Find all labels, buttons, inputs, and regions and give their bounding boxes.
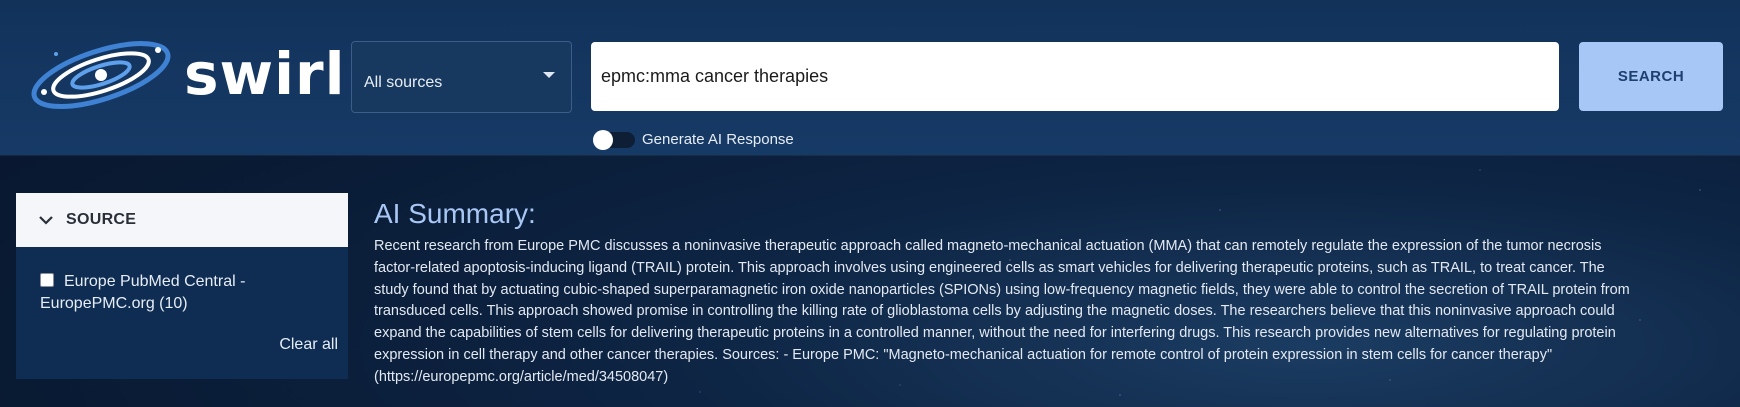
ai-summary-heading: AI Summary:: [374, 198, 536, 229]
header: swirl All sources SEARCH Generate AI Res…: [0, 0, 1740, 155]
ai-response-toggle[interactable]: [591, 128, 635, 150]
search-input[interactable]: [591, 42, 1559, 111]
facet-title: SOURCE: [66, 211, 137, 228]
clear-all-link[interactable]: Clear all: [279, 336, 338, 354]
ai-summary-text: Recent research from Europe PMC discusse…: [374, 238, 1630, 385]
source-select-value: All sources: [364, 74, 443, 91]
source-select[interactable]: All sources: [351, 41, 572, 113]
facet-option-label: Europe PubMed Central - EuropePMC.org (1…: [40, 273, 246, 312]
search-button[interactable]: SEARCH: [1579, 42, 1723, 111]
galaxy-icon: [31, 41, 171, 109]
caret-down-icon: [543, 72, 555, 78]
header-divider: [0, 155, 1740, 156]
brand-name: swirl: [184, 40, 346, 108]
source-facet-panel: SOURCE Europe PubMed Central - EuropePMC…: [16, 193, 348, 379]
chevron-down-icon: [39, 216, 53, 225]
swirl-logo[interactable]: swirl: [26, 30, 344, 120]
ai-toggle-label: Generate AI Response: [642, 131, 794, 148]
facet-option-europepmc[interactable]: Europe PubMed Central - EuropePMC.org (1…: [40, 271, 330, 321]
toggle-knob: [593, 130, 613, 150]
facet-header[interactable]: SOURCE: [16, 193, 348, 247]
